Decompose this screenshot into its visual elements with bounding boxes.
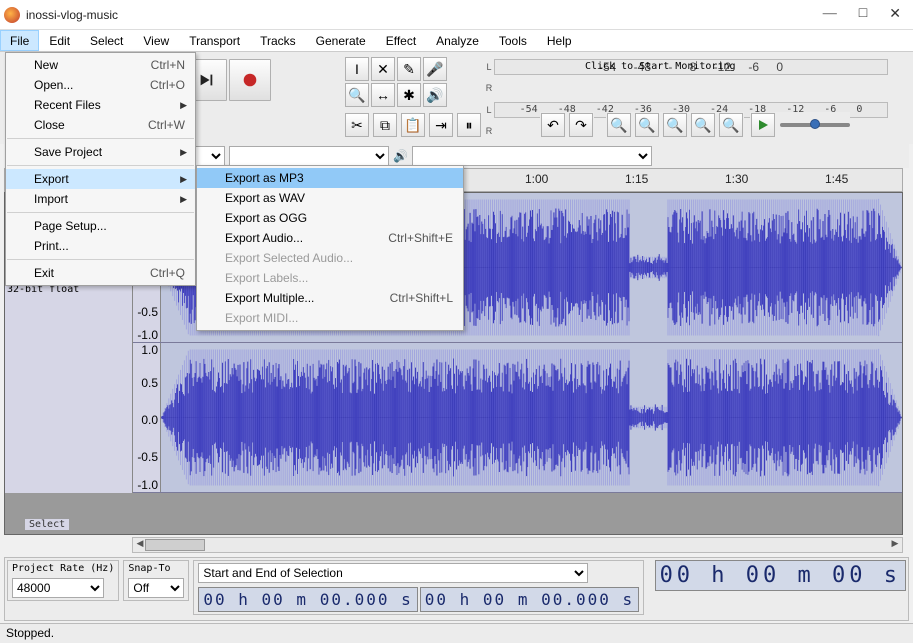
ruler-tick: 1:45 — [825, 172, 848, 186]
edit-toolbar: ✂ ⧉ 📋 ⇥ ⏸ — [344, 112, 482, 138]
export-menu-item[interactable]: Export as OGG — [197, 208, 463, 228]
export-menu-item[interactable]: Export as WAV — [197, 188, 463, 208]
title-bar: inossi-vlog-music — □ ✕ — [0, 0, 913, 30]
play-at-speed — [750, 112, 850, 138]
timeshift-tool-icon[interactable]: ↔ — [371, 83, 395, 107]
minimize-button[interactable]: — — [823, 6, 837, 23]
meter-play-r: R — [484, 126, 494, 136]
meter-play-l: L — [484, 105, 494, 115]
ruler-tick: 1:15 — [625, 172, 648, 186]
status-bar: Stopped. — [0, 623, 913, 643]
fit-selection-icon[interactable]: 🔍 — [663, 113, 687, 137]
cut-icon[interactable]: ✂ — [345, 113, 369, 137]
horizontal-scrollbar[interactable]: ◀ ▶ — [132, 537, 903, 553]
snap-to-label: Snap-To — [128, 563, 184, 574]
audio-position-time[interactable]: 00 h 00 m 00 s — [655, 560, 906, 591]
multi-tool-icon[interactable]: ✱ — [397, 83, 421, 107]
menu-transport[interactable]: Transport — [179, 30, 250, 51]
export-menu-item[interactable]: Export as MP3 — [197, 168, 463, 188]
export-menu-item[interactable]: Export Multiple...Ctrl+Shift+L — [197, 288, 463, 308]
project-rate-select[interactable]: 48000 — [12, 578, 104, 598]
window-title: inossi-vlog-music — [26, 8, 823, 22]
zoom-tool-icon[interactable]: 🔍 — [345, 83, 369, 107]
play-at-speed-button[interactable] — [751, 113, 775, 137]
menu-analyze[interactable]: Analyze — [426, 30, 489, 51]
meter-rec-l: L — [484, 62, 494, 72]
copy-icon[interactable]: ⧉ — [373, 113, 397, 137]
speaker-out-icon: 🔊 — [393, 149, 408, 163]
menu-generate[interactable]: Generate — [306, 30, 376, 51]
zoom-out-icon[interactable]: 🔍 — [635, 113, 659, 137]
file-menu-item[interactable]: CloseCtrl+W — [6, 115, 195, 135]
redo-icon[interactable]: ↷ — [569, 113, 593, 137]
file-menu-item[interactable]: Open...Ctrl+O — [6, 75, 195, 95]
file-menu-item[interactable]: Save Project▶ — [6, 142, 195, 162]
recording-device-select[interactable] — [229, 146, 389, 166]
track-select-label[interactable]: Select — [25, 519, 69, 530]
zoom-in-icon[interactable]: 🔍 — [607, 113, 631, 137]
menu-effect[interactable]: Effect — [376, 30, 426, 51]
export-menu-item: Export Selected Audio... — [197, 248, 463, 268]
maximize-button[interactable]: □ — [859, 6, 867, 23]
file-menu-item[interactable]: Import▶ — [6, 189, 195, 209]
file-menu-item[interactable]: Export▶ — [6, 169, 195, 189]
menu-edit[interactable]: Edit — [39, 30, 80, 51]
speaker-icon[interactable]: 🔊 — [423, 83, 447, 107]
draw-tool-icon[interactable]: ✎ — [397, 57, 421, 81]
amplitude-scale-right: 1.0 0.5 0.0 -0.5 -1.0 — [133, 343, 161, 492]
menu-select[interactable]: Select — [80, 30, 133, 51]
tools-toolbar: I ✕ ✎ 🎤 🔍 ↔ ✱ 🔊 — [344, 56, 472, 106]
file-menu-item[interactable]: ExitCtrl+Q — [6, 263, 195, 283]
menu-tools[interactable]: Tools — [489, 30, 537, 51]
monitor-hint: Click to Start Monitoring — [585, 61, 736, 72]
status-text: Stopped. — [6, 626, 54, 640]
selection-start-time[interactable]: 00 h 00 m 00.000 s — [198, 587, 417, 612]
selection-tool-icon[interactable]: I — [345, 57, 369, 81]
close-button[interactable]: ✕ — [889, 6, 901, 23]
export-menu-item: Export Labels... — [197, 268, 463, 288]
export-menu-item: Export MIDI... — [197, 308, 463, 328]
meter-rec-r: R — [484, 83, 494, 93]
playback-device-select[interactable] — [412, 146, 652, 166]
speed-slider[interactable] — [780, 123, 850, 127]
trim-icon[interactable]: ⇥ — [429, 113, 453, 137]
recording-meter[interactable]: -54 -48 - 8 -12 -6 0 Click to Start Moni… — [494, 59, 888, 75]
file-menu-item[interactable]: Page Setup... — [6, 216, 195, 236]
menu-view[interactable]: View — [133, 30, 179, 51]
record-button[interactable] — [229, 59, 271, 101]
menu-bar: File Edit Select View Transport Tracks G… — [0, 30, 913, 52]
zoom-toggle-icon[interactable]: 🔍 — [719, 113, 743, 137]
project-rate-label: Project Rate (Hz) — [12, 563, 114, 574]
ruler-tick: 1:30 — [725, 172, 748, 186]
export-menu-item[interactable]: Export Audio...Ctrl+Shift+E — [197, 228, 463, 248]
file-menu-dropdown: NewCtrl+NOpen...Ctrl+ORecent Files▶Close… — [5, 52, 196, 286]
export-submenu: Export as MP3Export as WAVExport as OGGE… — [196, 165, 464, 331]
snap-to-select[interactable]: Off — [128, 578, 184, 598]
fit-project-icon[interactable]: 🔍 — [691, 113, 715, 137]
file-menu-item[interactable]: Print... — [6, 236, 195, 256]
selection-toolbar: Project Rate (Hz) 48000 Snap-To Off Star… — [4, 557, 909, 621]
file-menu-item[interactable]: NewCtrl+N — [6, 55, 195, 75]
app-icon — [4, 7, 20, 23]
menu-help[interactable]: Help — [537, 30, 582, 51]
scroll-thumb[interactable] — [145, 539, 205, 551]
selection-end-time[interactable]: 00 h 00 m 00.000 s — [420, 587, 639, 612]
zoom-toolbar: 🔍 🔍 🔍 🔍 🔍 — [606, 112, 744, 138]
undo-toolbar: ↶ ↷ — [540, 112, 594, 138]
scroll-right-arrow[interactable]: ▶ — [888, 538, 902, 552]
ruler-tick: 1:00 — [525, 172, 548, 186]
undo-icon[interactable]: ↶ — [541, 113, 565, 137]
menu-file[interactable]: File — [0, 30, 39, 51]
silence-icon[interactable]: ⏸ — [457, 113, 481, 137]
menu-tracks[interactable]: Tracks — [250, 30, 306, 51]
selection-mode-select[interactable]: Start and End of Selection — [198, 563, 588, 583]
file-menu-item[interactable]: Recent Files▶ — [6, 95, 195, 115]
mic-icon[interactable]: 🎤 — [423, 57, 447, 81]
paste-icon[interactable]: 📋 — [401, 113, 425, 137]
envelope-tool-icon[interactable]: ✕ — [371, 57, 395, 81]
